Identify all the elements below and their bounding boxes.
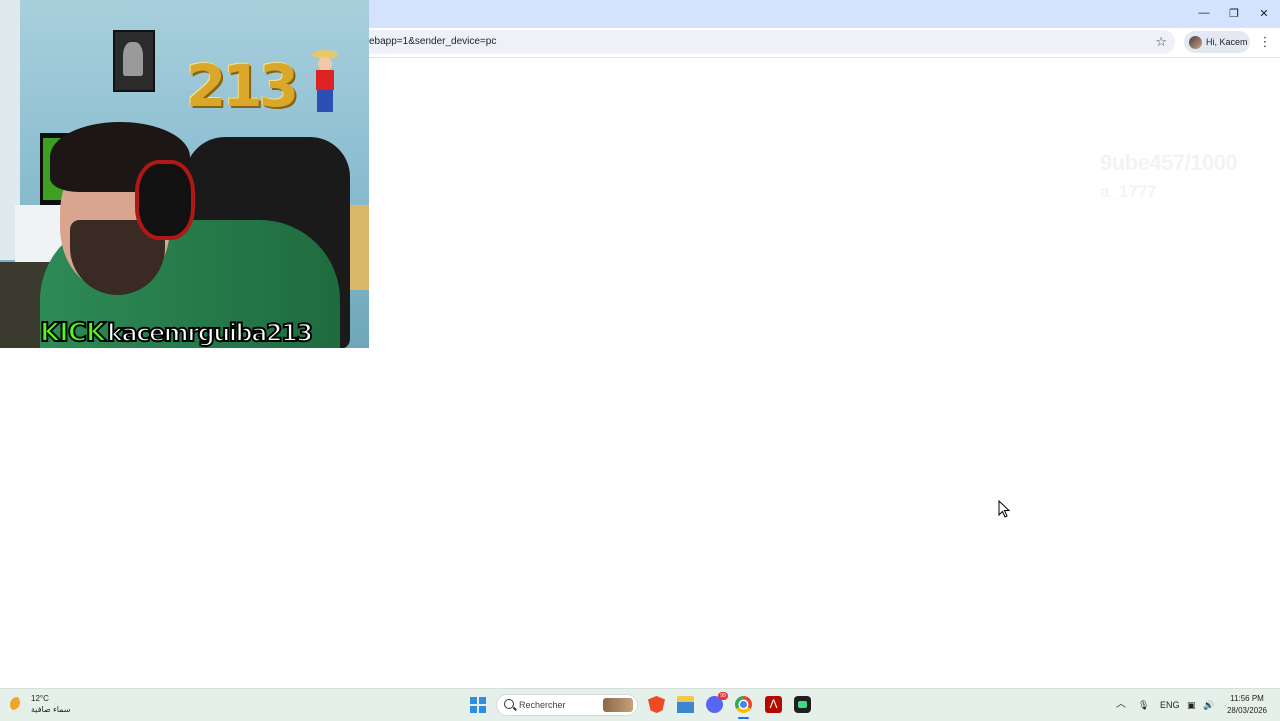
moon-icon bbox=[10, 696, 25, 712]
brave-browser-icon[interactable] bbox=[648, 696, 665, 713]
taskbar-search-box[interactable]: Rechercher bbox=[496, 694, 638, 716]
close-icon: ✕ bbox=[1259, 7, 1269, 20]
windows-taskbar: 12°C سماء صافية Rechercher 99 ︿ 🎙 ENG ▣ … bbox=[0, 688, 1280, 721]
headphones-icon bbox=[135, 160, 195, 240]
clock-date: 28/03/2026 bbox=[1226, 706, 1268, 715]
volume-icon[interactable]: 🔊 bbox=[1203, 689, 1214, 721]
file-explorer-icon[interactable] bbox=[677, 696, 694, 713]
system-clock[interactable]: 11:56 PM 28/03/2026 bbox=[1222, 693, 1272, 717]
webcam-balloons: 213 bbox=[186, 52, 299, 120]
faint-overlay-subtext: a_1777 bbox=[1100, 182, 1157, 201]
restore-button[interactable]: ❐ bbox=[1219, 2, 1249, 24]
weather-temperature: 12°C bbox=[31, 694, 49, 703]
webcam-figurine bbox=[312, 50, 338, 124]
search-icon bbox=[504, 699, 514, 709]
weather-widget[interactable]: 12°C سماء صافية bbox=[10, 693, 71, 715]
search-highlight-image bbox=[603, 698, 633, 712]
profile-label: Hi, Kacem bbox=[1206, 37, 1248, 47]
network-icon[interactable]: ▣ bbox=[1187, 689, 1196, 721]
clock-time: 11:56 PM bbox=[1230, 694, 1264, 703]
microphone-icon[interactable]: 🎙 bbox=[1138, 689, 1149, 721]
active-app-indicator bbox=[738, 717, 749, 719]
chevron-up-icon[interactable]: ︿ bbox=[1116, 689, 1126, 721]
streamer-tag: KICK kacemrguiba213 bbox=[39, 317, 314, 348]
bookmark-star-icon[interactable]: ☆ bbox=[1155, 30, 1167, 54]
discord-notification-badge: 99 bbox=[718, 692, 728, 700]
weather-description: سماء صافية bbox=[31, 705, 71, 714]
language-indicator[interactable]: ENG bbox=[1160, 689, 1180, 721]
platform-logo: KICK bbox=[39, 317, 107, 348]
windows-start-icon[interactable] bbox=[470, 697, 486, 713]
adobe-app-icon[interactable] bbox=[765, 696, 782, 713]
discord-icon[interactable]: 99 bbox=[706, 692, 728, 713]
avatar bbox=[1189, 35, 1202, 49]
webcam-overlay: 213 KICK kacemrguiba213 bbox=[0, 0, 369, 348]
url-text: ebapp=1&sender_device=pc bbox=[369, 36, 497, 47]
close-button[interactable]: ✕ bbox=[1249, 2, 1279, 24]
minimize-button[interactable]: — bbox=[1189, 2, 1219, 24]
streamer-username: kacemrguiba213 bbox=[106, 318, 314, 348]
faint-overlay-text: 9ube457/1000 bbox=[1100, 150, 1238, 175]
address-bar[interactable]: ebapp=1&sender_device=pc ☆ bbox=[355, 30, 1175, 54]
minimize-icon: — bbox=[1198, 7, 1210, 19]
profile-button[interactable]: Hi, Kacem bbox=[1184, 31, 1250, 53]
mouse-cursor-icon bbox=[998, 500, 1011, 518]
chrome-icon[interactable] bbox=[735, 696, 752, 713]
android-app-icon[interactable] bbox=[794, 696, 811, 713]
webcam-poster bbox=[113, 30, 155, 92]
restore-icon: ❐ bbox=[1229, 7, 1239, 20]
search-placeholder: Rechercher bbox=[519, 700, 566, 710]
webcam-shelf bbox=[350, 205, 369, 290]
browser-menu-icon[interactable]: ⋮ bbox=[1258, 32, 1272, 52]
